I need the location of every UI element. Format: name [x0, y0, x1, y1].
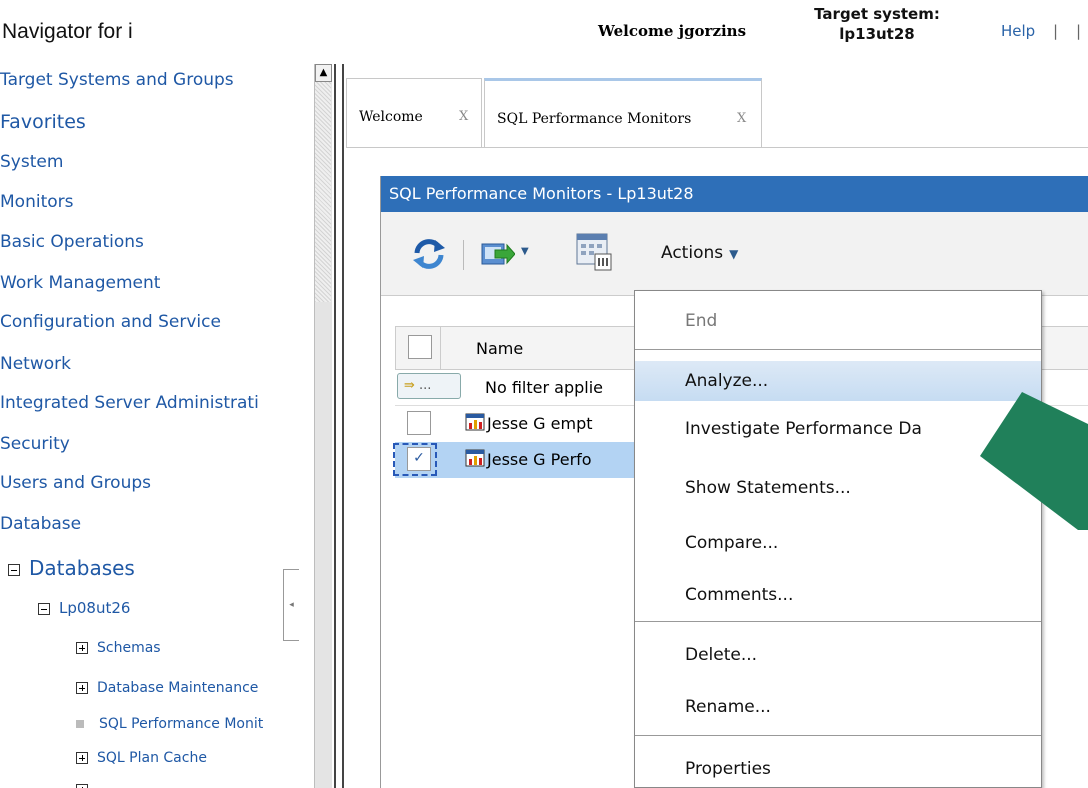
tree-label-database-maintenance: Database Maintenance [97, 680, 259, 696]
sidebar-item-network[interactable]: Network [0, 354, 71, 374]
pane-divider[interactable] [334, 64, 344, 788]
help-link[interactable]: Help [1001, 22, 1035, 40]
tree-label-system-db: Lp08ut26 [59, 599, 131, 617]
tree-node-schemas[interactable]: Schemas [76, 640, 161, 656]
menu-item-delete[interactable]: Delete... [635, 635, 1041, 675]
welcome-text: Welcome jgorzins [598, 22, 747, 40]
expand-icon[interactable] [76, 642, 88, 654]
leaf-icon [76, 720, 84, 728]
actions-menu-button[interactable]: Actions ▼ [661, 243, 738, 263]
target-system-label: Target system: [814, 5, 940, 23]
sidebar-item-configuration[interactable]: Configuration and Service [0, 312, 221, 332]
row-checkbox[interactable] [407, 411, 431, 435]
sidebar-item-integrated-server[interactable]: Integrated Server Administrati [0, 393, 259, 413]
export-icon[interactable] [481, 240, 515, 268]
expand-icon[interactable] [76, 784, 88, 788]
panel-title: SQL Performance Monitors - Lp13ut28 [381, 176, 1088, 212]
menu-separator [635, 735, 1041, 736]
sidebar-item-users-groups[interactable]: Users and Groups [0, 473, 151, 493]
column-header-name[interactable]: Name [476, 339, 523, 358]
expand-icon[interactable] [76, 752, 88, 764]
tree-label-sql-performance-monitors: SQL Performance Monit [99, 716, 264, 732]
toolbar: ▼ Actions ▼ [381, 212, 1088, 296]
menu-item-comments[interactable]: Comments... [635, 575, 1041, 615]
tree-node-partial[interactable] [76, 782, 97, 788]
row-name: Jesse G Perfo [487, 450, 592, 469]
actions-label: Actions [661, 243, 724, 263]
export-dropdown-arrow-icon[interactable]: ▼ [521, 246, 529, 257]
toolbar-separator [463, 240, 464, 270]
row-name: Jesse G empt [487, 414, 593, 433]
sidebar-collapse-handle[interactable]: ◂ [283, 569, 299, 641]
annotation-arrow-icon [980, 392, 1088, 530]
row-checkbox-checked[interactable]: ✓ [407, 447, 431, 471]
refresh-icon[interactable] [411, 238, 447, 270]
sidebar-item-basic-operations[interactable]: Basic Operations [0, 232, 144, 252]
tab-welcome-close-icon[interactable]: X [459, 109, 468, 124]
app-title: Navigator for i [2, 20, 133, 43]
tab-bar: Welcome X SQL Performance Monitors X [346, 78, 1088, 148]
header-separator: | [1053, 22, 1059, 40]
monitor-icon [465, 413, 485, 431]
sidebar-item-monitors[interactable]: Monitors [0, 192, 73, 212]
tab-welcome[interactable]: Welcome X [346, 78, 482, 148]
tree-node-databases[interactable]: Databases [8, 556, 135, 580]
tree-label-sql-plan-cache: SQL Plan Cache [97, 750, 207, 766]
tree-node-system-db[interactable]: Lp08ut26 [38, 599, 130, 617]
filter-button-label: ... [419, 378, 432, 393]
sidebar-item-system[interactable]: System [0, 152, 63, 172]
header: Navigator for i Welcome jgorzins Target … [0, 0, 1088, 64]
actions-dropdown-arrow-icon: ▼ [729, 247, 739, 261]
tree-label-databases: Databases [29, 556, 135, 580]
collapse-icon[interactable] [38, 602, 50, 615]
tab-sql-performance-monitors-label: SQL Performance Monitors [497, 111, 692, 127]
calculator-icon[interactable] [575, 232, 613, 272]
collapse-icon[interactable] [8, 563, 20, 576]
menu-separator [635, 621, 1041, 622]
actions-context-menu: End Analyze... Investigate Performance D… [634, 290, 1042, 788]
sidebar-item-work-management[interactable]: Work Management [0, 273, 160, 293]
tab-sql-performance-monitors-close-icon[interactable]: X [737, 111, 746, 126]
menu-item-properties[interactable]: Properties [635, 749, 1041, 788]
tab-underline [346, 147, 1088, 148]
column-divider [440, 327, 441, 369]
monitor-icon [465, 449, 485, 467]
target-system: Target system: lp13ut28 [802, 4, 952, 44]
scroll-up-arrow-icon[interactable]: ▲ [315, 64, 332, 82]
header-separator-2: | [1076, 22, 1082, 40]
tree-node-sql-plan-cache[interactable]: SQL Plan Cache [76, 750, 207, 766]
tab-sql-performance-monitors[interactable]: SQL Performance Monitors X [484, 78, 762, 148]
filter-status-text: No filter applie [485, 378, 603, 397]
sidebar-scrollbar[interactable]: ▲ [314, 64, 332, 788]
sidebar-item-favorites[interactable]: Favorites [0, 111, 86, 133]
select-all-checkbox[interactable] [408, 335, 432, 359]
tree-node-database-maintenance[interactable]: Database Maintenance [76, 680, 258, 696]
sidebar-item-security[interactable]: Security [0, 434, 70, 454]
filter-icon: ⇛ [404, 378, 415, 393]
menu-separator [635, 349, 1041, 350]
target-system-value: lp13ut28 [839, 25, 915, 43]
sidebar-item-target-systems[interactable]: Target Systems and Groups [0, 70, 234, 90]
scrollbar-track[interactable] [315, 82, 331, 302]
navigation-sidebar: Target Systems and Groups Favorites Syst… [0, 64, 344, 788]
filter-button[interactable]: ⇛ ... [397, 373, 461, 399]
menu-item-rename[interactable]: Rename... [635, 687, 1041, 727]
tab-welcome-label: Welcome [359, 109, 423, 125]
tree-node-sql-performance-monitors[interactable]: SQL Performance Monit [76, 716, 263, 732]
tree-label-schemas: Schemas [97, 640, 161, 656]
menu-item-end[interactable]: End [635, 301, 1041, 341]
expand-icon[interactable] [76, 682, 88, 694]
sidebar-item-database[interactable]: Database [0, 514, 81, 534]
